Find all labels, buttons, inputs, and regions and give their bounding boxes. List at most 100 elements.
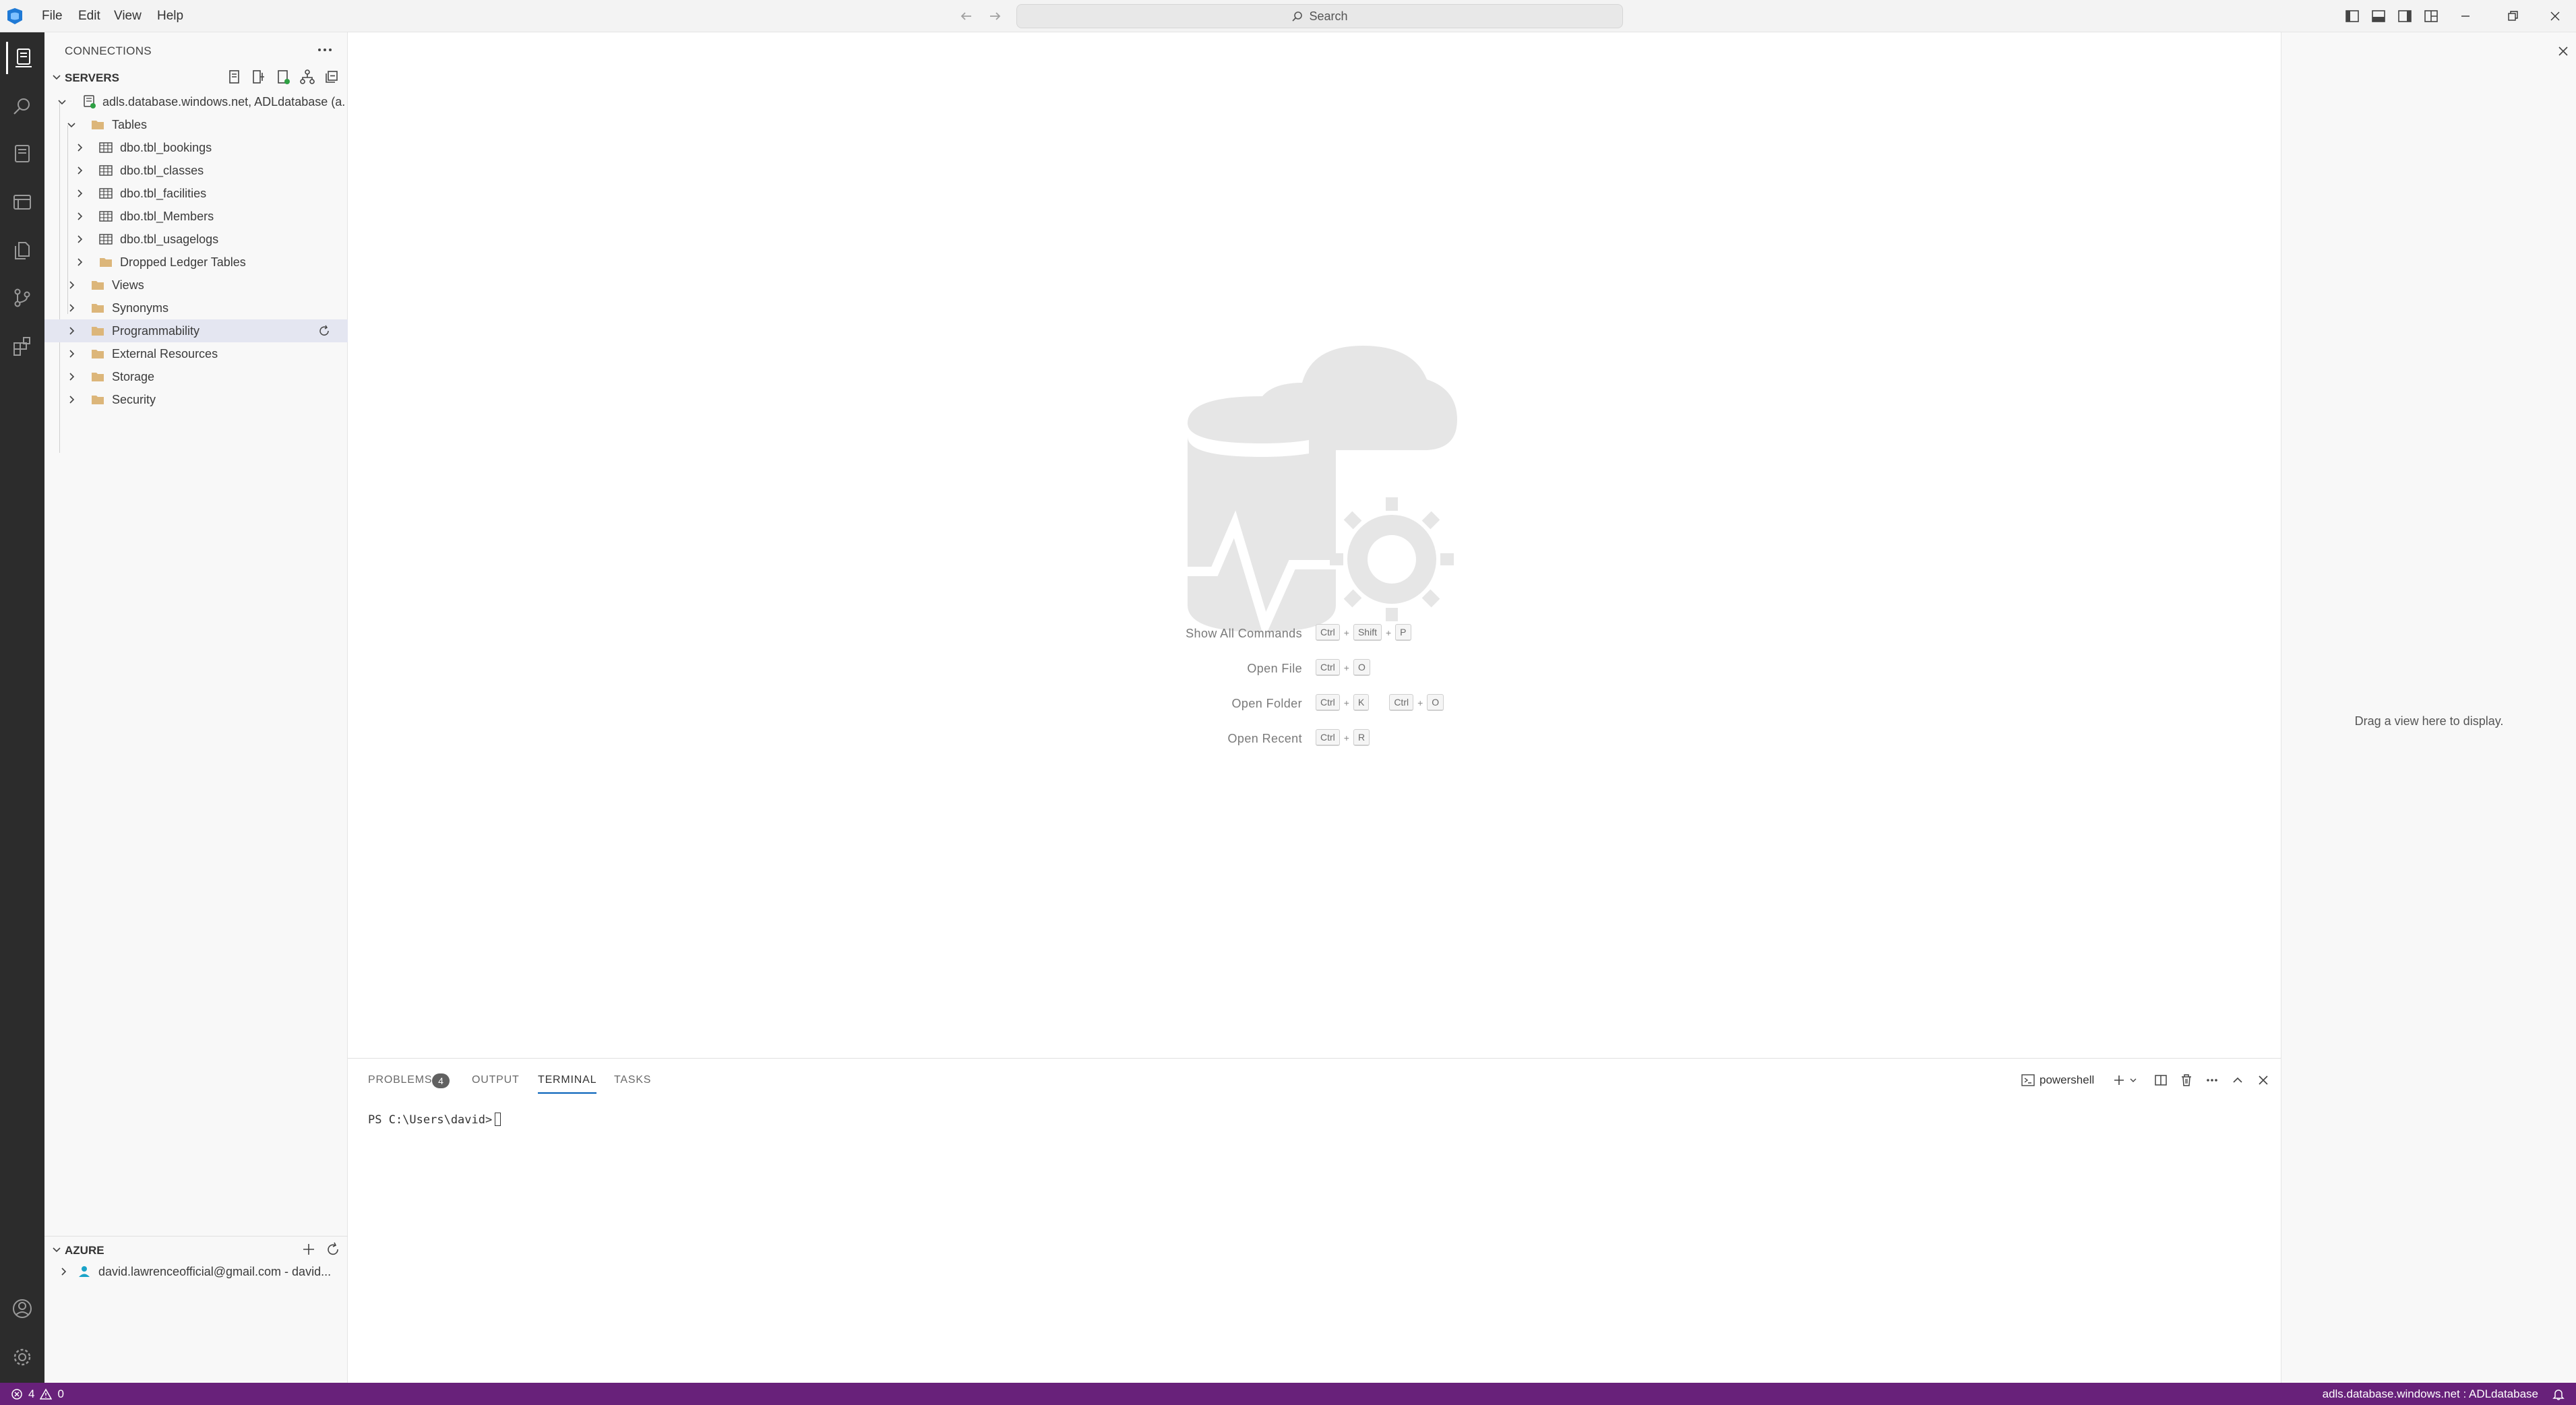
collapse-all-icon[interactable] bbox=[322, 67, 341, 86]
extensions-icon[interactable] bbox=[6, 330, 38, 363]
drag-view-hint: Drag a view here to display. bbox=[2354, 714, 2504, 728]
tree-node-dropped-ledger[interactable]: Dropped Ledger Tables bbox=[44, 251, 348, 274]
trash-icon[interactable] bbox=[2177, 1071, 2196, 1090]
tree-node-programmability[interactable]: Programmability bbox=[44, 319, 348, 342]
tree-node-table[interactable]: dbo.tbl_Members bbox=[44, 205, 348, 228]
search-activity-icon[interactable] bbox=[6, 90, 38, 123]
chevron-right-icon bbox=[65, 370, 78, 383]
restore-icon[interactable] bbox=[2487, 0, 2538, 32]
toggle-secondary-sidebar-icon[interactable] bbox=[2395, 7, 2414, 26]
close-window-icon[interactable] bbox=[2534, 0, 2576, 32]
settings-gear-icon[interactable] bbox=[6, 1341, 38, 1373]
chevron-right-icon bbox=[73, 141, 86, 154]
explorer-icon[interactable] bbox=[6, 235, 38, 267]
terminal-output[interactable]: PS C:\Users\david> bbox=[368, 1113, 501, 1127]
tree-node-security[interactable]: Security bbox=[44, 388, 348, 411]
arrow-left-icon[interactable] bbox=[957, 7, 976, 26]
chevron-down-icon[interactable] bbox=[50, 1243, 63, 1256]
notifications-bell-icon[interactable] bbox=[2552, 1387, 2565, 1401]
chevron-down-icon[interactable] bbox=[2127, 1071, 2139, 1090]
key-cap: Ctrl bbox=[1316, 729, 1340, 746]
connection-graph-icon[interactable] bbox=[298, 67, 317, 86]
shortcut-label: Open Folder bbox=[1231, 697, 1302, 710]
chevron-down-icon bbox=[55, 95, 69, 108]
minimize-icon[interactable] bbox=[2440, 0, 2491, 32]
arrow-right-icon[interactable] bbox=[985, 7, 1004, 26]
menu-file[interactable]: File bbox=[38, 0, 67, 32]
terminal-shell-selector[interactable]: powershell bbox=[2021, 1071, 2094, 1090]
error-icon bbox=[11, 1388, 23, 1400]
error-count: 4 bbox=[28, 1387, 35, 1400]
tree-node-storage[interactable]: Storage bbox=[44, 365, 348, 388]
split-terminal-icon[interactable] bbox=[2151, 1071, 2170, 1090]
key-cap: Shift bbox=[1353, 624, 1382, 641]
more-actions-icon[interactable] bbox=[2203, 1071, 2221, 1090]
new-connection-icon[interactable] bbox=[225, 67, 244, 86]
close-icon[interactable] bbox=[2555, 43, 2571, 59]
refresh-icon[interactable] bbox=[324, 1240, 342, 1259]
title-bar: File Edit View Help Search bbox=[0, 0, 2576, 32]
azure-section-title[interactable]: AZURE bbox=[65, 1244, 104, 1257]
search-icon bbox=[1291, 10, 1304, 22]
terminal-cursor bbox=[495, 1113, 501, 1126]
active-connection-status[interactable]: adls.database.windows.net : ADLdatabase bbox=[2323, 1387, 2538, 1401]
warning-icon bbox=[40, 1387, 53, 1400]
menu-help[interactable]: Help bbox=[153, 0, 187, 32]
user-account-icon bbox=[77, 1264, 92, 1279]
toggle-primary-sidebar-icon[interactable] bbox=[2343, 7, 2362, 26]
tree-node-table[interactable]: dbo.tbl_usagelogs bbox=[44, 228, 348, 251]
refresh-icon[interactable] bbox=[317, 323, 332, 338]
chevron-down-icon[interactable] bbox=[50, 70, 63, 84]
key-cap: O bbox=[1353, 659, 1370, 676]
command-center-search[interactable]: Search bbox=[1016, 4, 1623, 28]
source-control-icon[interactable] bbox=[6, 282, 38, 314]
tree-node-table[interactable]: dbo.tbl_bookings bbox=[44, 136, 348, 159]
show-active-connections-icon[interactable] bbox=[274, 67, 293, 86]
shortcut-row-open-file: Open File Ctrl + O bbox=[348, 658, 2281, 678]
menu-view[interactable]: View bbox=[110, 0, 146, 32]
new-terminal-icon[interactable] bbox=[2110, 1071, 2128, 1090]
tree-node-tables[interactable]: Tables bbox=[44, 113, 348, 136]
server-node[interactable]: adls.database.windows.net, ADLdatabase (… bbox=[44, 90, 348, 113]
folder-icon bbox=[90, 117, 105, 132]
key-cap: Ctrl bbox=[1316, 694, 1340, 711]
chevron-right-icon bbox=[65, 324, 78, 338]
azure-account-node[interactable]: david.lawrenceofficial@gmail.com - david… bbox=[44, 1260, 348, 1283]
accounts-icon[interactable] bbox=[6, 1292, 38, 1325]
chevron-right-icon bbox=[65, 278, 78, 292]
servers-dashboard-icon[interactable] bbox=[6, 186, 38, 218]
customize-layout-icon[interactable] bbox=[2422, 7, 2441, 26]
new-server-group-icon[interactable] bbox=[249, 67, 268, 86]
chevron-right-icon bbox=[73, 232, 86, 246]
tree-label: Dropped Ledger Tables bbox=[120, 255, 246, 269]
tree-node-synonyms[interactable]: Synonyms bbox=[44, 296, 348, 319]
tab-output[interactable]: OUTPUT bbox=[472, 1067, 520, 1094]
bottom-panel: PROBLEMS 4 OUTPUT TERMINAL TASKS powersh… bbox=[348, 1058, 2281, 1383]
tab-terminal[interactable]: TERMINAL bbox=[538, 1067, 597, 1094]
tab-problems[interactable]: PROBLEMS bbox=[368, 1067, 432, 1094]
activity-bar bbox=[0, 32, 44, 1383]
notebooks-icon[interactable] bbox=[6, 137, 38, 170]
close-panel-icon[interactable] bbox=[2254, 1071, 2273, 1090]
terminal-icon bbox=[2021, 1073, 2035, 1088]
tree-node-external-resources[interactable]: External Resources bbox=[44, 342, 348, 365]
chevron-right-icon bbox=[73, 210, 86, 223]
tree-node-table[interactable]: dbo.tbl_facilities bbox=[44, 182, 348, 205]
connections-icon[interactable] bbox=[6, 42, 38, 74]
azure-account-label: david.lawrenceofficial@gmail.com - david… bbox=[98, 1265, 332, 1278]
maximize-panel-icon[interactable] bbox=[2228, 1071, 2247, 1090]
shortcut-row-show-all-commands: Show All Commands Ctrl + Shift + P bbox=[348, 623, 2281, 643]
more-actions-icon[interactable] bbox=[314, 42, 336, 58]
chevron-right-icon bbox=[57, 1265, 70, 1278]
shell-name: powershell bbox=[2040, 1073, 2095, 1086]
tree-node-views[interactable]: Views bbox=[44, 274, 348, 296]
azure-data-studio-logo bbox=[5, 7, 24, 26]
tree-node-table[interactable]: dbo.tbl_classes bbox=[44, 159, 348, 182]
menu-edit[interactable]: Edit bbox=[74, 0, 104, 32]
toggle-panel-icon[interactable] bbox=[2369, 7, 2388, 26]
key-cap: P bbox=[1395, 624, 1411, 641]
servers-section-title[interactable]: SERVERS bbox=[65, 71, 119, 85]
tab-tasks[interactable]: TASKS bbox=[614, 1067, 651, 1094]
add-icon[interactable] bbox=[299, 1240, 318, 1259]
problems-status[interactable]: 4 0 bbox=[11, 1383, 64, 1405]
